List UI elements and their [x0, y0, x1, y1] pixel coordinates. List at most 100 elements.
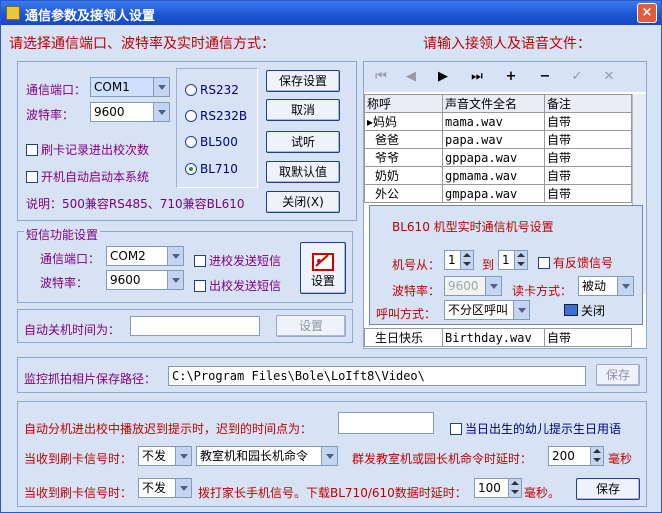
popup-call-label: 呼叫方式：: [376, 307, 437, 321]
cell: 自带: [544, 166, 632, 185]
late-label: 自动分机进出校中播放迟到提示时，迟到的时间点为：: [24, 422, 313, 436]
listen-button[interactable]: 试听: [266, 131, 340, 153]
popup-to-spinner[interactable]: 1: [498, 250, 528, 270]
autostart-checkbox[interactable]: 开机自动启动本系统: [26, 168, 149, 185]
checkbox-icon: [194, 255, 206, 267]
row2-command-value: 教室机和园长机命令: [200, 449, 309, 463]
recipient-table: 称呼 声音文件全名 备注 ▸妈妈 mama.wav 自带 爸爸 papa.wav 自带 …: [364, 94, 632, 203]
row2-delay-spinner[interactable]: 200: [548, 446, 604, 466]
radio-rs232b[interactable]: RS232B: [185, 109, 247, 123]
bl610-popup: BL610 机型实时通信机号设置 机号从： 1 到 1 有反馈信号 波特率： 9…: [369, 205, 643, 325]
baud-value: 9600: [94, 105, 125, 119]
settings-icon: [312, 253, 334, 271]
chevron-down-icon: [175, 479, 191, 497]
sms-baud-value: 9600: [110, 273, 141, 287]
photo-save-button[interactable]: 保存: [596, 364, 640, 386]
chevron-down-icon: [153, 78, 169, 96]
table-row[interactable]: 奶奶 gpmama.wav 自带: [364, 166, 632, 185]
popup-call-combo[interactable]: 不分区呼叫: [444, 300, 530, 320]
first-record-icon[interactable]: ⏮: [368, 67, 394, 87]
chevron-down-icon: [167, 271, 183, 289]
shutdown-time-input[interactable]: [130, 316, 260, 336]
chevron-down-icon: [617, 277, 633, 295]
cell: Birthday.wav: [442, 328, 545, 347]
sms-baud-label: 波特率：: [40, 276, 89, 290]
shutdown-panel: 自动关机时间为： 设置: [17, 309, 353, 343]
delete-record-icon[interactable]: −: [532, 67, 558, 87]
default-button[interactable]: 取默认值: [266, 161, 340, 183]
cancel-record-icon[interactable]: ✕: [596, 67, 622, 87]
popup-read-combo[interactable]: 被动: [578, 276, 634, 296]
popup-feedback-checkbox[interactable]: 有反馈信号: [538, 254, 613, 271]
port-combo[interactable]: COM1: [90, 77, 170, 97]
record-count-checkbox[interactable]: 刷卡记录进出校次数: [26, 141, 149, 158]
popup-baud-combo[interactable]: 9600: [444, 276, 502, 296]
radio-bl710[interactable]: BL710: [185, 162, 238, 176]
popup-baud-value: 9600: [448, 279, 479, 293]
table-row[interactable]: ▸妈妈 mama.wav 自带: [364, 112, 632, 131]
checkbox-icon: [26, 144, 38, 156]
cell: gmpapa.wav: [442, 184, 545, 203]
last-record-icon[interactable]: ⏭: [464, 67, 490, 87]
sms-out-checkbox[interactable]: 出校发送短信: [194, 277, 281, 294]
table-row[interactable]: 外公 gmpapa.wav 自带: [364, 184, 632, 203]
popup-read-value: 被动: [582, 279, 607, 293]
sms-baud-combo[interactable]: 9600: [106, 270, 184, 290]
next-record-icon[interactable]: ▶: [430, 67, 456, 87]
radio-bl500[interactable]: BL500: [185, 135, 238, 149]
cell: mama.wav: [442, 112, 545, 131]
close-button[interactable]: 关闭(X): [266, 191, 340, 213]
confirm-record-icon[interactable]: ✓: [564, 67, 590, 87]
birthday-checkbox[interactable]: 当日出生的幼儿提示生日用语: [450, 420, 621, 437]
bottom-save-button[interactable]: 保存: [576, 478, 640, 500]
table-row[interactable]: 生日快乐 Birthday.wav 自带: [364, 328, 632, 347]
popup-feedback-label: 有反馈信号: [553, 256, 614, 270]
prev-record-icon[interactable]: ◀: [398, 67, 424, 87]
title-bar: 通信参数及接领人设置 ×: [1, 1, 661, 25]
row3-combo-value: 不发: [142, 481, 167, 495]
popup-from-spinner[interactable]: 1: [444, 250, 474, 270]
right-header: 请输入接领人及语音文件：: [423, 36, 591, 52]
row3-delay-spinner[interactable]: 100: [474, 478, 522, 498]
cancel-button[interactable]: 取消: [266, 99, 340, 121]
row3-combo[interactable]: 不发: [138, 478, 192, 498]
baud-combo[interactable]: 9600: [90, 102, 170, 122]
late-time-input[interactable]: [338, 412, 434, 434]
radio-icon: [185, 84, 197, 96]
spinner-icon: [514, 251, 527, 269]
shutdown-set-button[interactable]: 设置: [276, 315, 346, 337]
popup-close-button[interactable]: 关闭: [564, 302, 605, 319]
baud-label: 波特率：: [26, 108, 75, 122]
add-record-icon[interactable]: +: [498, 67, 524, 87]
row3-unit: 毫秒。: [524, 486, 561, 500]
row2-combo[interactable]: 不发: [138, 446, 192, 466]
save-settings-button[interactable]: 保存设置: [266, 70, 340, 92]
row2-command-combo[interactable]: 教室机和园长机命令: [196, 446, 338, 466]
autostart-label: 开机自动启动本系统: [41, 170, 150, 184]
checkbox-icon: [194, 280, 206, 292]
row2-delay-label: 群发教室机或园长机命令时延时：: [352, 452, 533, 466]
cell: 自带: [544, 328, 632, 347]
popup-call-value: 不分区呼叫: [448, 303, 509, 317]
table-row[interactable]: 爷爷 gppapa.wav 自带: [364, 148, 632, 167]
table-row[interactable]: 爸爸 papa.wav 自带: [364, 130, 632, 149]
popup-to-label: 到: [482, 258, 495, 272]
popup-read-label: 读卡方式：: [512, 284, 573, 298]
row2-combo-value: 不发: [142, 449, 167, 463]
sms-settings-label: 设置: [310, 274, 335, 288]
cell: gpmama.wav: [442, 166, 545, 185]
radio-rs232[interactable]: RS232: [185, 83, 239, 97]
sms-port-combo[interactable]: COM2: [106, 246, 184, 266]
photo-path-input[interactable]: C:\Program Files\Bole\LoIft8\Video\: [168, 366, 586, 386]
sms-panel: 短信功能设置 通信端口： COM2 波特率： 9600 进校发送短信 出校发送短…: [17, 226, 353, 303]
chevron-down-icon: [513, 301, 529, 319]
popup-title: BL610 机型实时通信机号设置: [392, 220, 554, 234]
checkbox-icon: [26, 171, 38, 183]
popup-baud-label: 波特率：: [392, 284, 441, 298]
sms-in-checkbox[interactable]: 进校发送短信: [194, 252, 281, 269]
close-window-button[interactable]: ×: [637, 3, 657, 23]
row3-label: 当收到刷卡信号时：: [24, 486, 133, 500]
radio-group: RS232 RS232B BL500 BL710: [176, 68, 258, 188]
left-header: 请选择通信端口、波特率及实时通信方式：: [9, 36, 275, 52]
sms-settings-button[interactable]: 设置: [300, 242, 346, 294]
